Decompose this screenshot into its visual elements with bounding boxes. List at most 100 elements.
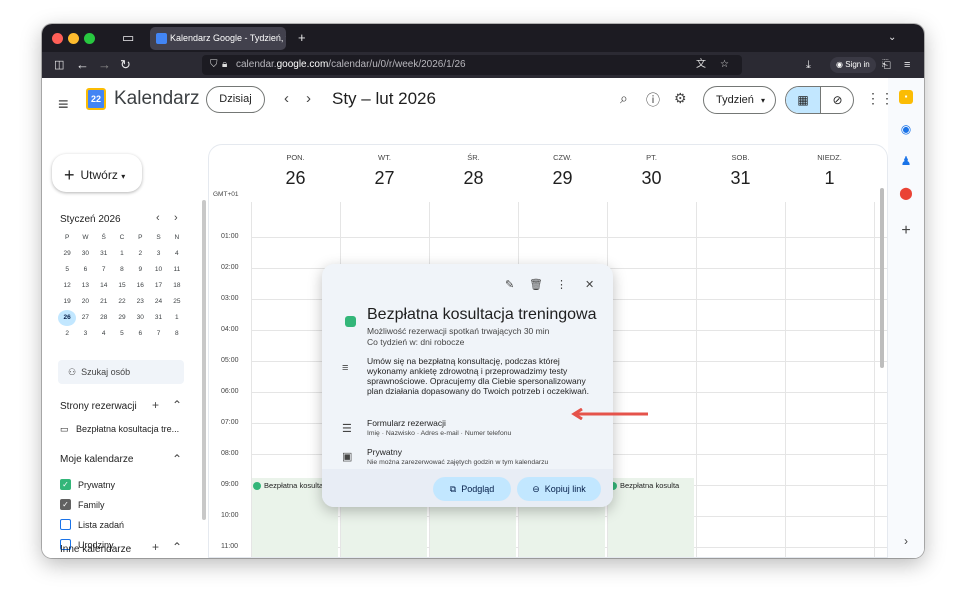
mini-day[interactable]: 9: [131, 262, 149, 278]
mini-day[interactable]: 25: [168, 294, 186, 310]
mini-day[interactable]: 1: [168, 310, 186, 326]
keep-icon[interactable]: ▪: [899, 90, 913, 104]
reload-icon[interactable]: ↻: [120, 52, 131, 78]
mini-day[interactable]: 6: [76, 262, 94, 278]
mini-day[interactable]: 29: [113, 310, 131, 326]
sign-in-button[interactable]: ◉ Sign in: [830, 57, 876, 73]
mini-day[interactable]: 7: [95, 262, 113, 278]
mini-day[interactable]: 30: [131, 310, 149, 326]
mini-day[interactable]: 3: [76, 326, 94, 342]
view-selector[interactable]: Tydzień ▾: [703, 86, 776, 114]
add-calendar-icon[interactable]: +: [152, 540, 159, 554]
mini-next-icon[interactable]: ›: [174, 212, 178, 224]
checked-checkbox-icon[interactable]: ✓: [60, 499, 71, 511]
close-icon[interactable]: ✕: [585, 278, 594, 291]
tab-list-icon[interactable]: ▭: [122, 24, 134, 52]
mini-day[interactable]: 21: [95, 294, 113, 310]
edit-icon[interactable]: ✎: [505, 278, 514, 291]
mini-day[interactable]: 12: [58, 278, 76, 294]
copy-link-button[interactable]: ⊖ Kopiuj link: [517, 477, 601, 501]
help-icon[interactable]: ⓘ: [646, 90, 660, 110]
booking-page-item[interactable]: ▭ Bezpłatna kosultacja tre...: [60, 424, 179, 435]
mini-day[interactable]: 20: [76, 294, 94, 310]
mini-day[interactable]: 11: [168, 262, 186, 278]
mini-day[interactable]: 15: [113, 278, 131, 294]
download-icon[interactable]: ⤓: [806, 52, 811, 78]
browser-tab[interactable]: Kalendarz Google - Tydzień, w i ✕: [150, 27, 286, 50]
mini-day[interactable]: 3: [149, 246, 167, 262]
add-addon-icon[interactable]: +: [899, 223, 913, 239]
mini-day[interactable]: 5: [58, 262, 76, 278]
close-window-button[interactable]: [52, 33, 63, 44]
mini-day[interactable]: 8: [168, 326, 186, 342]
mini-day[interactable]: 14: [95, 278, 113, 294]
mini-day[interactable]: 7: [149, 326, 167, 342]
search-people-input[interactable]: ⚇ Szukaj osób: [58, 360, 184, 384]
tasks-view-icon[interactable]: ⊘: [820, 87, 853, 113]
mini-day[interactable]: 31: [95, 246, 113, 262]
mini-day[interactable]: 19: [58, 294, 76, 310]
minimize-window-button[interactable]: [68, 33, 79, 44]
tasks-icon[interactable]: ◉: [899, 122, 913, 136]
mini-day[interactable]: 2: [131, 246, 149, 262]
mini-prev-icon[interactable]: ‹: [156, 212, 160, 224]
day-header[interactable]: PON. 26: [251, 153, 340, 189]
chevron-up-icon[interactable]: ⌃: [172, 540, 182, 554]
more-options-icon[interactable]: ⋮: [556, 278, 567, 291]
mini-day[interactable]: 31: [149, 310, 167, 326]
mini-day[interactable]: 1: [113, 246, 131, 262]
translate-icon[interactable]: 文: [696, 55, 706, 75]
main-menu-icon[interactable]: ≡: [58, 94, 69, 115]
mini-day[interactable]: 16: [131, 278, 149, 294]
star-icon[interactable]: ☆: [720, 55, 729, 75]
menu-icon[interactable]: ≡: [904, 52, 910, 78]
chevron-up-icon[interactable]: ⌃: [172, 398, 182, 412]
day-header[interactable]: NIEDZ. 1: [785, 153, 874, 189]
mini-day[interactable]: 4: [95, 326, 113, 342]
mini-day[interactable]: 23: [131, 294, 149, 310]
mini-day[interactable]: 4: [168, 246, 186, 262]
grid-scrollbar[interactable]: [880, 188, 884, 368]
calendar-item[interactable]: Lista zadań: [60, 519, 124, 531]
calendar-item[interactable]: ✓ Family: [60, 499, 105, 511]
contacts-icon[interactable]: ♟: [899, 154, 913, 168]
forward-icon[interactable]: →: [98, 52, 111, 78]
preview-button[interactable]: ⧉ Podgląd: [433, 477, 511, 501]
mini-day[interactable]: 13: [76, 278, 94, 294]
mini-day[interactable]: 28: [95, 310, 113, 326]
next-week-icon[interactable]: ›: [306, 90, 311, 107]
extensions-icon[interactable]: ⎗: [882, 52, 891, 78]
previous-week-icon[interactable]: ‹: [284, 90, 289, 107]
day-header[interactable]: PT. 30: [607, 153, 696, 189]
search-icon[interactable]: ⌕: [620, 90, 628, 107]
day-header[interactable]: CZW. 29: [518, 153, 607, 189]
address-bar[interactable]: ⛉ 🔒︎ calendar.google.com/calendar/u/0/r/…: [202, 55, 742, 75]
settings-icon[interactable]: ⚙: [674, 90, 687, 107]
chevron-up-icon[interactable]: ⌃: [172, 452, 182, 466]
create-button[interactable]: + Utwórz ▾: [52, 154, 142, 192]
mini-day[interactable]: 18: [168, 278, 186, 294]
mini-day[interactable]: 2: [58, 326, 76, 342]
day-header[interactable]: ŚR. 28: [429, 153, 518, 189]
mini-day[interactable]: 10: [149, 262, 167, 278]
event-chip[interactable]: Bezpłatna kosulta: [609, 481, 693, 491]
checked-checkbox-icon[interactable]: ✓: [60, 479, 71, 491]
mini-day[interactable]: 27: [76, 310, 94, 326]
sidebar-icon[interactable]: ◫: [54, 52, 64, 78]
chevron-down-icon[interactable]: ⌄: [888, 24, 896, 52]
add-booking-icon[interactable]: +: [152, 398, 159, 412]
back-icon[interactable]: ←: [76, 52, 89, 78]
maps-icon[interactable]: ⬤: [899, 186, 913, 200]
mini-day[interactable]: 6: [131, 326, 149, 342]
checkbox-icon[interactable]: [60, 519, 71, 531]
calendar-view-icon[interactable]: ▦: [786, 87, 820, 113]
day-header[interactable]: SOB. 31: [696, 153, 785, 189]
new-tab-icon[interactable]: +: [298, 24, 306, 52]
today-button[interactable]: Dzisiaj: [206, 86, 265, 113]
mini-day[interactable]: 30: [76, 246, 94, 262]
maximize-window-button[interactable]: [84, 33, 95, 44]
mini-day[interactable]: 24: [149, 294, 167, 310]
delete-icon[interactable]: 🗑︎: [529, 278, 543, 291]
mini-day[interactable]: 8: [113, 262, 131, 278]
expand-panel-icon[interactable]: ›: [899, 534, 913, 548]
